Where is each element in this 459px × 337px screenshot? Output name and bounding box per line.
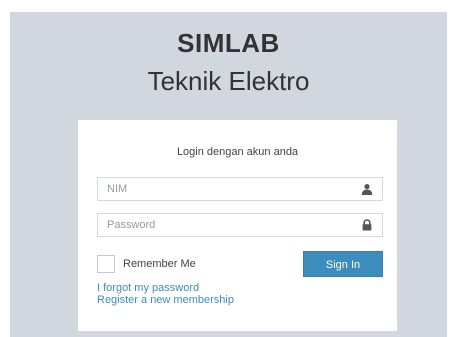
user-icon xyxy=(361,184,373,195)
app-subtitle: Teknik Elektro xyxy=(147,66,310,96)
remember-me-checkbox[interactable] xyxy=(97,255,115,273)
register-link[interactable]: Register a new membership xyxy=(97,294,234,306)
sign-in-button[interactable]: Sign In xyxy=(303,251,383,277)
app-title: SIMLAB xyxy=(177,28,280,58)
remember-me[interactable]: Remember Me xyxy=(97,254,196,274)
password-field xyxy=(97,213,383,237)
nim-field xyxy=(97,177,383,201)
lock-icon xyxy=(362,219,372,231)
login-message: Login dengan akun anda xyxy=(176,146,299,158)
forgot-password-link[interactable]: I forgot my password xyxy=(97,282,199,294)
remember-me-label: Remember Me xyxy=(123,258,196,270)
login-box: Login dengan akun anda Remember Me Sign … xyxy=(78,120,397,331)
password-input[interactable] xyxy=(98,214,357,236)
nim-input[interactable] xyxy=(98,178,357,200)
login-page: SIMLAB Teknik Elektro Login dengan akun … xyxy=(10,12,447,337)
